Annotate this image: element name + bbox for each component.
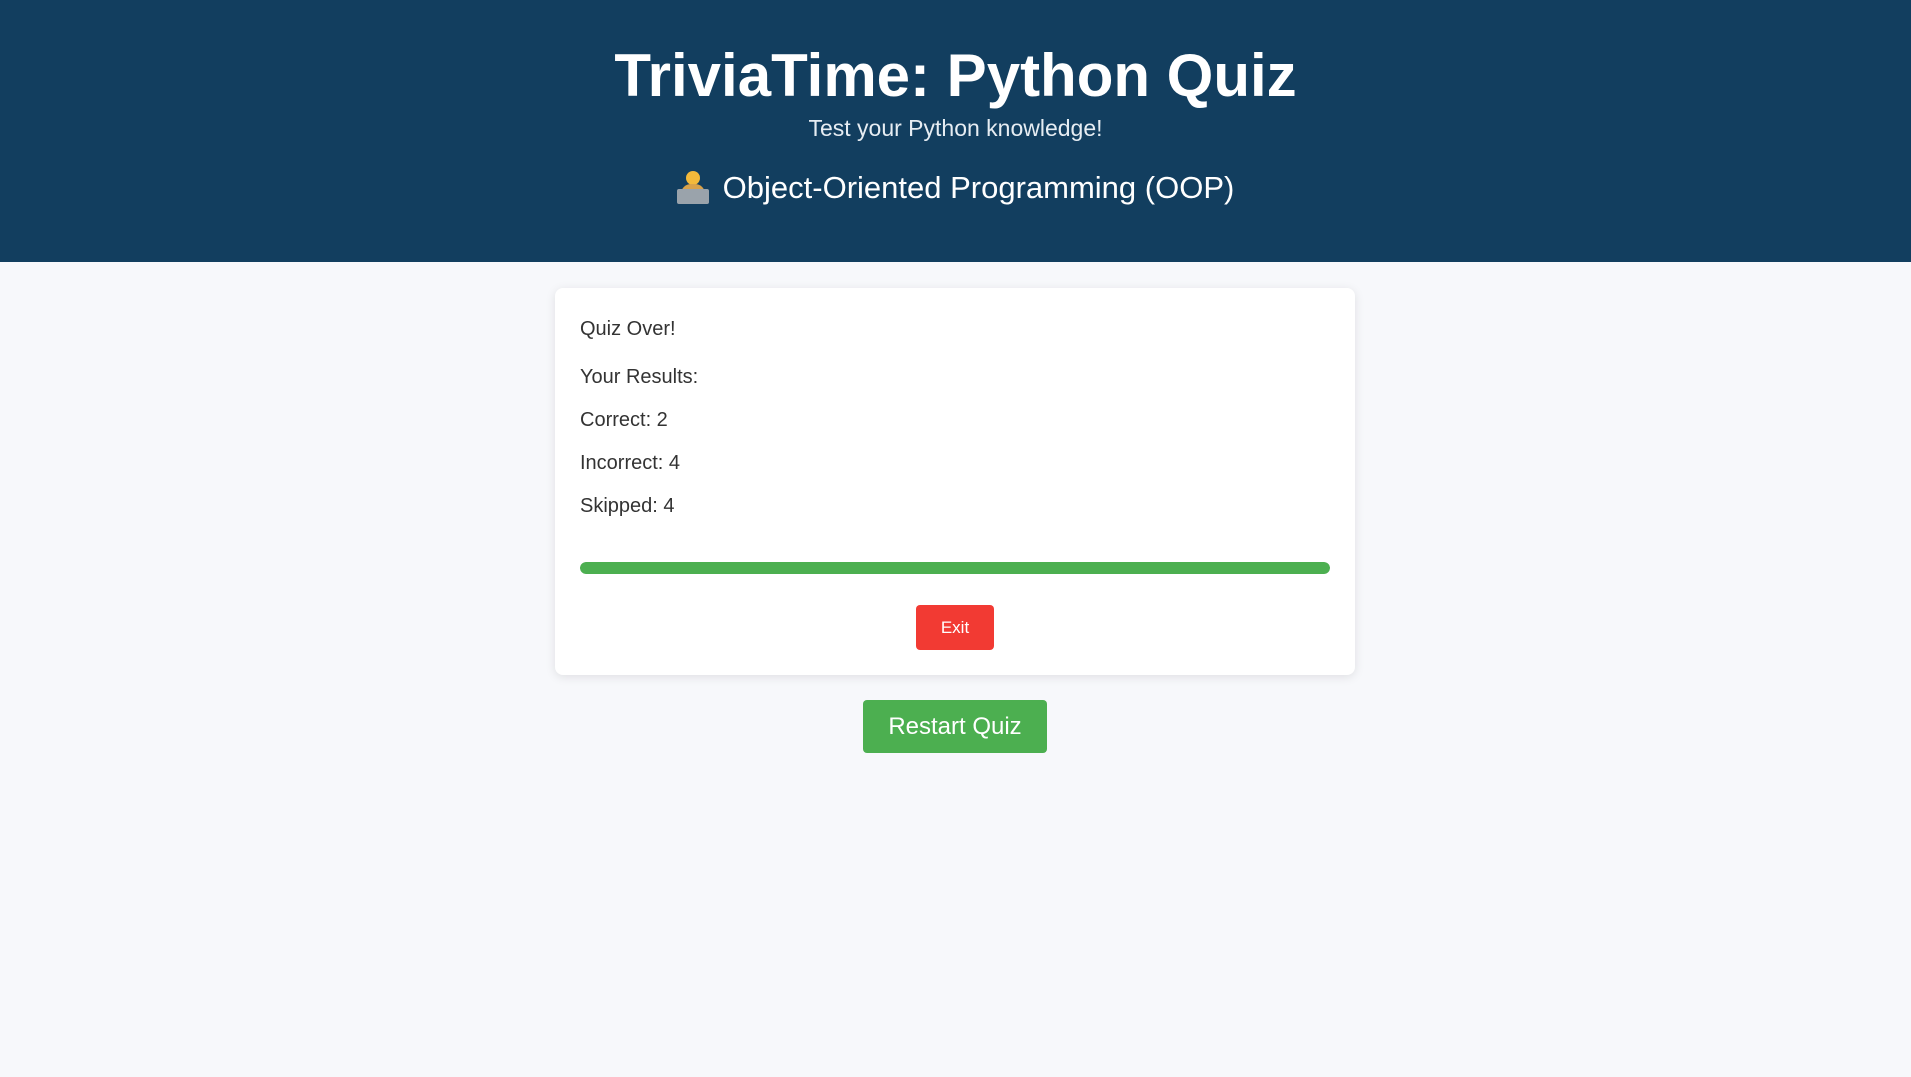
app-subtitle: Test your Python knowledge!	[808, 115, 1103, 141]
progress-bar	[580, 562, 1330, 574]
incorrect-count: Incorrect: 4	[580, 452, 681, 474]
quiz-topic: Object-Oriented Programming (OOP)	[0, 168, 1911, 208]
quiz-over-heading: Quiz Over!	[580, 318, 676, 340]
topic-label: Object-Oriented Programming (OOP)	[722, 170, 1235, 205]
restart-quiz-button[interactable]: Restart Quiz	[863, 700, 1047, 753]
correct-count: Correct: 2	[580, 409, 668, 431]
page-header: TriviaTime: Python Quiz Test your Python…	[0, 0, 1911, 262]
exit-button[interactable]: Exit	[916, 605, 994, 650]
skipped-count: Skipped: 4	[580, 495, 675, 517]
progress-bar-fill	[580, 562, 1330, 574]
results-card: Quiz Over! Your Results: Correct: 2 Inco…	[555, 288, 1355, 675]
results-subheading: Your Results:	[580, 366, 699, 388]
technologist-icon	[676, 171, 709, 205]
app-title: TriviaTime: Python Quiz	[614, 42, 1297, 109]
